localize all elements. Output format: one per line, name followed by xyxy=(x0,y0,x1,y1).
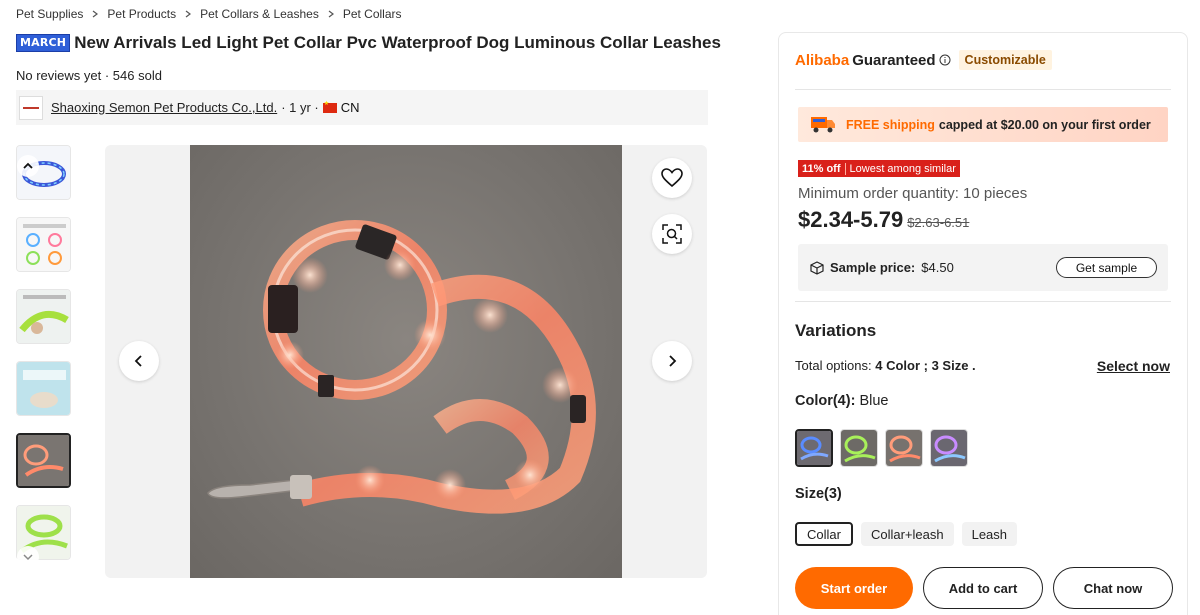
thumbnail-2[interactable] xyxy=(16,217,71,272)
customizable-badge: Customizable xyxy=(958,50,1052,70)
discount-label: Lowest among similar xyxy=(849,162,956,175)
title-row: MARCH New Arrivals Led Light Pet Collar … xyxy=(16,33,721,53)
minimum-order-quantity: Minimum order quantity: 10 pieces xyxy=(798,185,1028,202)
free-shipping-banner: FREE shipping capped at $20.00 on your f… xyxy=(798,107,1168,142)
color-swatches xyxy=(795,429,975,467)
info-icon[interactable] xyxy=(939,54,951,66)
heart-icon xyxy=(661,168,683,188)
product-title: New Arrivals Led Light Pet Collar Pvc Wa… xyxy=(74,33,721,52)
breadcrumb-pet-collars-leashes[interactable]: Pet Collars & Leashes xyxy=(200,7,319,21)
size-option-collar-leash[interactable]: Collar+leash xyxy=(860,522,954,546)
color-swatch-blue[interactable] xyxy=(795,429,833,467)
guarantee-row: Alibaba Guaranteed Customizable xyxy=(795,50,1052,70)
start-order-button[interactable]: Start order xyxy=(795,567,913,609)
sample-price-label: Sample price: xyxy=(830,260,916,275)
selected-color: Blue xyxy=(859,393,889,409)
color-swatch-green[interactable] xyxy=(840,429,878,467)
thumbnail-3[interactable] xyxy=(16,289,71,344)
supplier-years: · 1 yr · xyxy=(281,100,319,115)
shipping-cap-text: capped at $20.00 on your first order xyxy=(938,117,1151,132)
box-icon xyxy=(810,260,824,275)
thumbnail-4[interactable] xyxy=(16,361,71,416)
size-label: Size(3) xyxy=(795,486,842,502)
chevron-right-icon xyxy=(669,355,677,367)
led-collar-leash-image xyxy=(207,220,596,514)
chevron-right-icon xyxy=(183,7,193,21)
thumbnail-5-selected[interactable] xyxy=(16,433,71,488)
total-options-prefix: Total options: xyxy=(795,358,872,373)
breadcrumb-pet-supplies[interactable]: Pet Supplies xyxy=(16,7,83,21)
supplier-country: CN xyxy=(340,100,360,115)
chat-now-button[interactable]: Chat now xyxy=(1053,567,1173,609)
chevron-left-icon xyxy=(134,355,142,367)
shipping-truck-icon xyxy=(811,116,835,132)
total-options: Total options: 4 Color ; 3 Size . xyxy=(795,358,976,373)
image-search-button[interactable] xyxy=(652,214,692,254)
sample-price-box: Sample price: $4.50 Get sample xyxy=(798,244,1168,291)
march-badge: MARCH xyxy=(16,34,71,52)
product-photo xyxy=(190,145,622,578)
breadcrumb-pet-collars[interactable]: Pet Collars xyxy=(343,7,402,21)
next-image-button[interactable] xyxy=(652,341,692,381)
free-shipping-label: FREE shipping xyxy=(846,117,935,132)
alibaba-logo-text: Alibaba xyxy=(795,51,850,69)
previous-image-button[interactable] xyxy=(119,341,159,381)
divider xyxy=(795,301,1171,302)
sample-price-value: $4.50 xyxy=(921,260,954,275)
discount-percent: 11% off xyxy=(798,162,846,175)
get-sample-button[interactable]: Get sample xyxy=(1056,257,1157,278)
reviews-sold: No reviews yet · 546 sold xyxy=(16,68,162,83)
purchase-panel: Alibaba Guaranteed Customizable FREE shi… xyxy=(778,32,1188,615)
supplier-logo xyxy=(19,95,43,120)
size-option-collar[interactable]: Collar xyxy=(795,522,853,546)
variations-title: Variations xyxy=(795,321,877,340)
thumbnail-list xyxy=(16,145,72,577)
add-to-cart-button[interactable]: Add to cart xyxy=(923,567,1043,609)
guaranteed-text: Guaranteed xyxy=(852,51,936,69)
chevron-right-icon xyxy=(90,7,100,21)
size-options: Collar Collar+leash Leash xyxy=(795,522,1025,546)
color-swatch-multicolor[interactable] xyxy=(930,429,968,467)
color-count-label: Color(4): xyxy=(795,393,856,409)
supplier-name-link[interactable]: Shaoxing Semon Pet Products Co.,Ltd. xyxy=(51,100,277,115)
total-options-value: 4 Color ; 3 Size . xyxy=(875,358,976,373)
discount-badge: 11% off Lowest among similar xyxy=(798,160,960,177)
thumbnail-scroll-up-button[interactable] xyxy=(17,155,39,177)
supplier-bar: Shaoxing Semon Pet Products Co.,Ltd. · 1… xyxy=(16,90,708,125)
color-swatch-orange[interactable] xyxy=(885,429,923,467)
color-label: Color(4): Blue xyxy=(795,393,888,409)
divider xyxy=(795,89,1171,90)
favorite-button[interactable] xyxy=(652,158,692,198)
original-price: $2.63-6.51 xyxy=(907,215,970,230)
breadcrumb-pet-products[interactable]: Pet Products xyxy=(107,7,176,21)
action-buttons: Start order Add to cart Chat now xyxy=(795,567,1173,609)
china-flag-icon xyxy=(322,100,337,113)
select-now-link[interactable]: Select now xyxy=(1097,358,1170,374)
price-row: $2.34-5.79 $2.63-6.51 xyxy=(798,207,969,233)
chevron-up-icon xyxy=(23,162,33,169)
size-option-leash[interactable]: Leash xyxy=(961,522,1018,546)
main-product-image xyxy=(105,145,707,578)
scan-search-icon xyxy=(662,224,682,244)
breadcrumb: Pet Supplies Pet Products Pet Collars & … xyxy=(16,7,402,21)
chevron-right-icon xyxy=(326,7,336,21)
thumbnail-scroll-down-button[interactable] xyxy=(17,546,39,568)
product-page: Pet Supplies Pet Products Pet Collars & … xyxy=(0,0,1200,615)
price-range: $2.34-5.79 xyxy=(798,207,904,232)
chevron-down-icon xyxy=(23,554,33,561)
